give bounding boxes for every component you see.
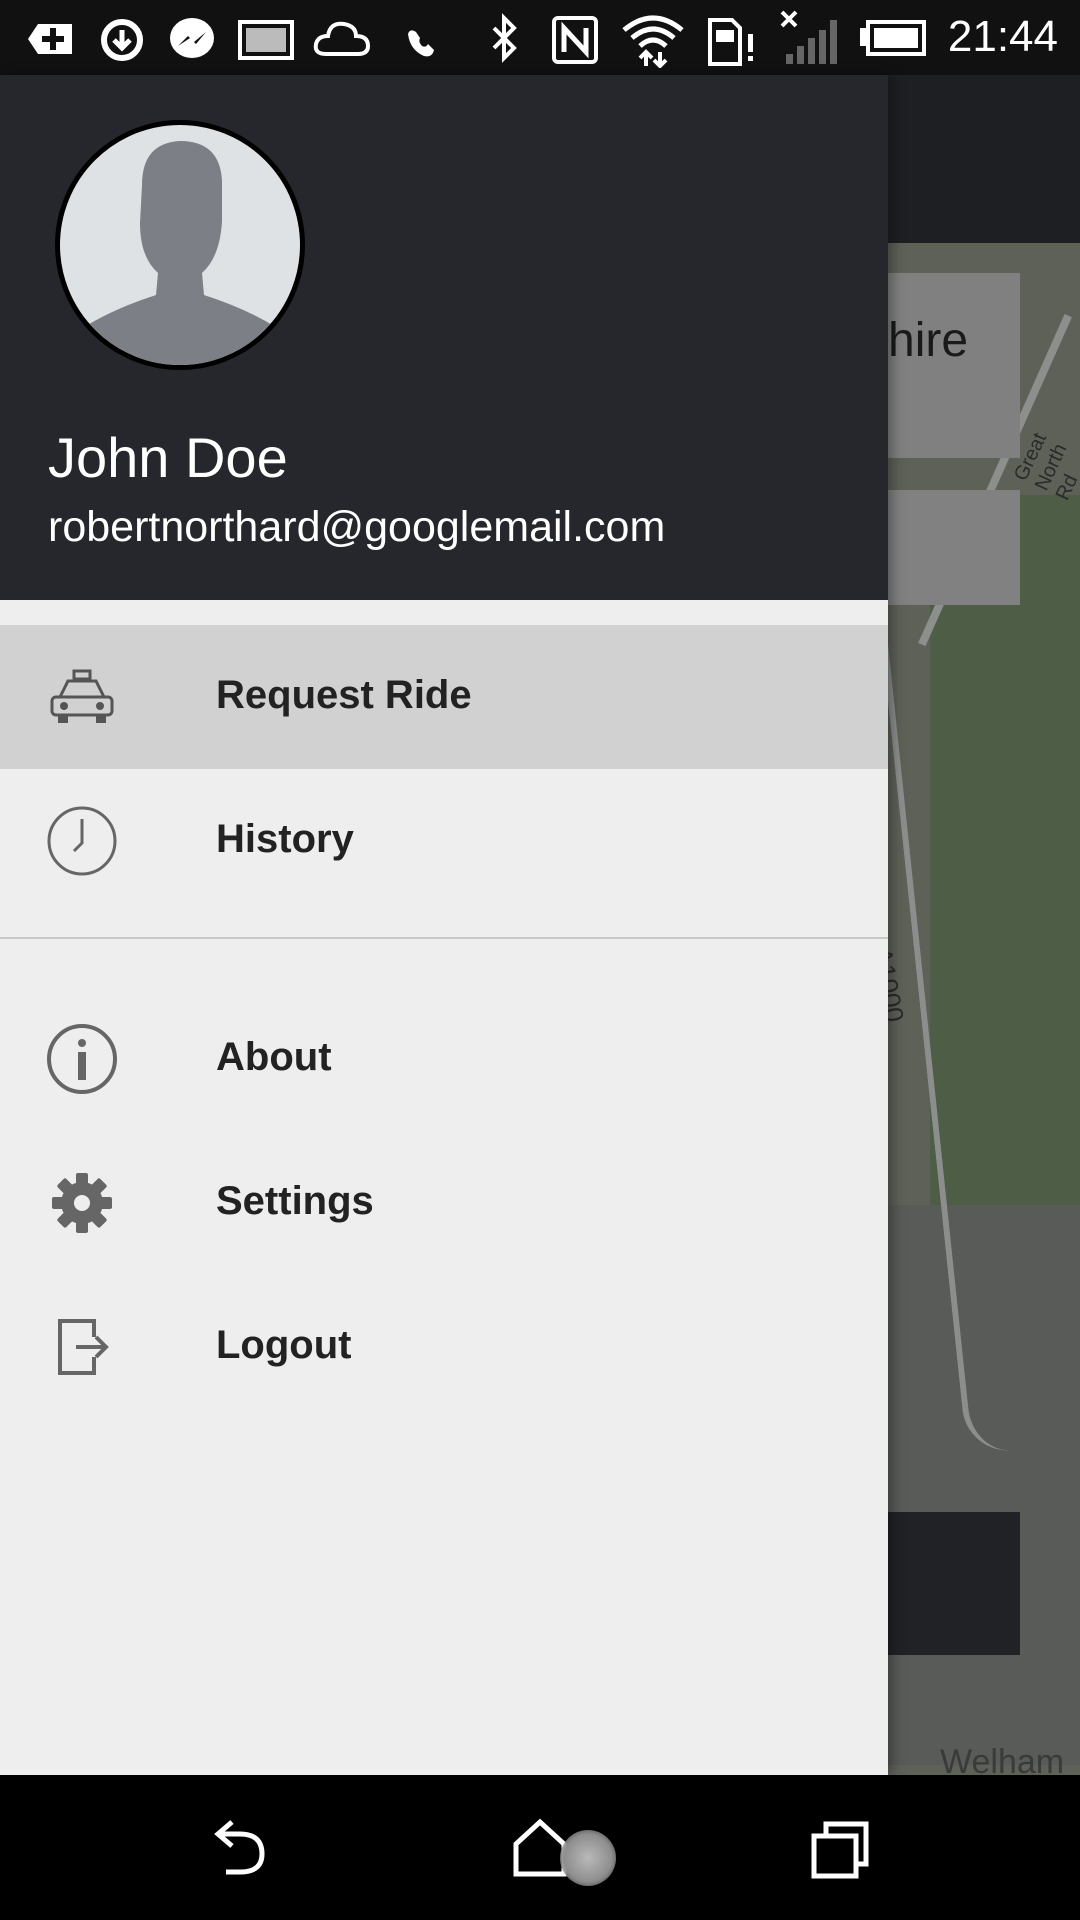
gear-icon — [52, 1173, 112, 1233]
drawer-header: John Doe robertnorthard@googlemail.com — [0, 75, 888, 600]
sim-alert-icon — [708, 18, 753, 66]
nfc-icon — [552, 16, 598, 64]
place-label: Welham — [940, 1743, 1065, 1775]
clock-icon — [47, 806, 117, 876]
wifi-icon — [622, 15, 684, 68]
location-card-text: hire — [888, 314, 969, 367]
touch-indicator — [560, 1830, 616, 1886]
menu-item-label: Logout — [216, 1323, 352, 1367]
menu-item-label: About — [216, 1035, 332, 1079]
missed-call-icon — [408, 30, 434, 57]
menu-item-label: Settings — [216, 1179, 374, 1223]
destination-card — [888, 490, 1020, 605]
user-name: John Doe — [48, 426, 288, 489]
sync-icon — [101, 19, 143, 61]
system-nav-bar — [0, 1775, 1080, 1920]
avatar[interactable] — [55, 120, 305, 370]
person-silhouette-icon — [64, 141, 296, 365]
add-notification-icon — [28, 24, 72, 54]
battery-icon — [860, 20, 926, 56]
bluetooth-icon — [492, 13, 517, 63]
clock-time: 21:44 — [947, 12, 1058, 61]
image-icon — [238, 20, 294, 60]
back-icon[interactable] — [200, 1810, 280, 1890]
location-card: hire — [888, 273, 1020, 458]
menu-item-logout[interactable]: Logout — [0, 1275, 888, 1419]
menu-item-settings[interactable]: Settings — [0, 1131, 888, 1275]
menu-divider — [0, 937, 888, 939]
messenger-icon — [170, 18, 214, 58]
menu-item-history[interactable]: History — [0, 769, 888, 913]
menu-item-about[interactable]: About — [0, 987, 888, 1131]
logout-icon — [58, 1319, 109, 1375]
drawer-menu: Request Ride History About Settings Logo… — [0, 625, 888, 1419]
no-signal-icon — [780, 10, 837, 64]
user-email: robertnorthard@googlemail.com — [48, 503, 666, 551]
recent-apps-icon[interactable] — [800, 1810, 880, 1890]
request-button — [888, 1512, 1020, 1655]
status-bar: 21:44 — [0, 0, 1080, 75]
navigation-drawer: John Doe robertnorthard@googlemail.com R… — [0, 75, 888, 1775]
taxi-icon — [50, 669, 114, 723]
menu-item-label: Request Ride — [216, 673, 472, 717]
menu-item-request-ride[interactable]: Request Ride — [0, 625, 888, 769]
menu-item-label: History — [216, 817, 354, 861]
cloud-icon — [313, 21, 371, 56]
info-icon — [47, 1024, 117, 1094]
